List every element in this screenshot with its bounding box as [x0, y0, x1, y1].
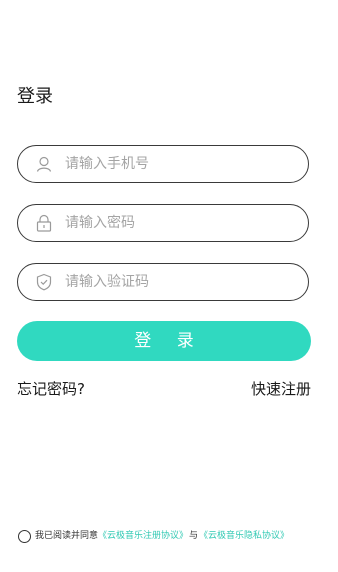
agreement-and: 与 — [189, 531, 199, 541]
login-button[interactable]: 登 录 — [17, 321, 311, 361]
shield-icon — [35, 273, 53, 291]
terms-link[interactable]: 《云极音乐注册协议》 — [98, 528, 188, 544]
phone-input[interactable] — [65, 154, 285, 174]
phone-field[interactable] — [17, 145, 309, 183]
user-icon — [35, 155, 53, 173]
password-field[interactable] — [17, 204, 309, 242]
agreement-row: 我已阅读并同意 《云极音乐注册协议》 与 《云极音乐隐私协议》 — [18, 528, 289, 544]
privacy-link[interactable]: 《云极音乐隐私协议》 — [199, 528, 289, 544]
code-field[interactable] — [17, 263, 309, 301]
lock-icon — [35, 214, 53, 232]
password-input[interactable] — [65, 213, 285, 233]
agreement-prefix: 我已阅读并同意 — [35, 531, 99, 541]
forgot-password-link[interactable]: 忘记密码? — [17, 378, 85, 400]
verification-code-input[interactable] — [65, 272, 285, 292]
agree-radio[interactable] — [18, 529, 31, 543]
quick-register-link[interactable]: 快速注册 — [251, 378, 311, 400]
page-title: 登录 — [17, 86, 53, 107]
